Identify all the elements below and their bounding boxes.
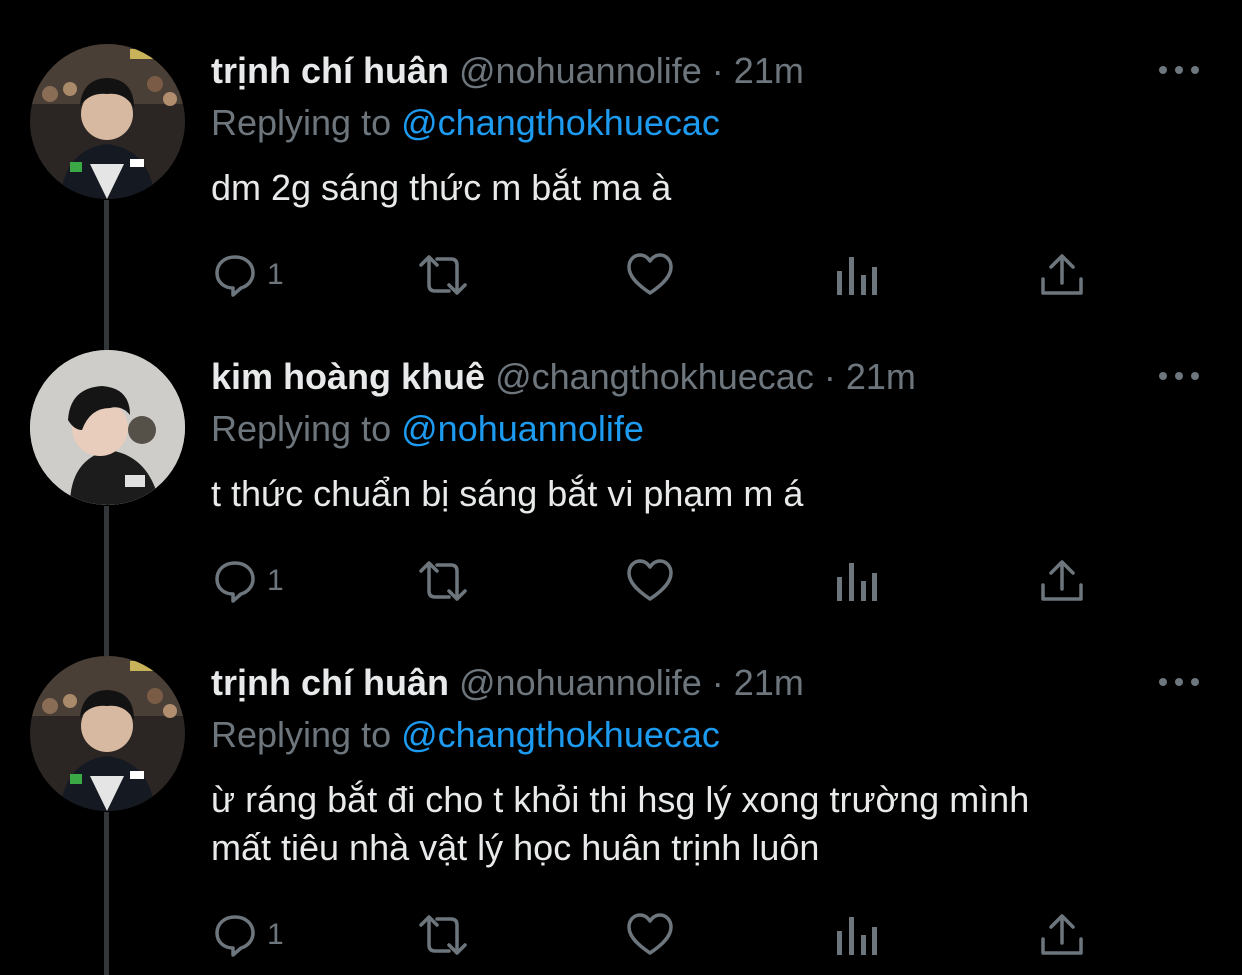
share-button[interactable] (1039, 556, 1085, 606)
avatar[interactable] (30, 44, 185, 199)
avatar-photo (30, 44, 185, 199)
tweet-actions: 1 (211, 556, 1091, 606)
tweet-header: trịnh chí huân @nohuannolife · 21m (211, 661, 804, 705)
reply-count: 1 (267, 258, 284, 291)
replying-to-line: Replying to @changthokhuecac (211, 713, 720, 757)
like-icon (627, 913, 673, 955)
reply-icon (215, 915, 255, 957)
reply-button[interactable]: 1 (211, 910, 284, 960)
tweet[interactable]: kim hoàng khuê @changthokhuecac · 21m Re… (0, 306, 1242, 626)
like-icon (627, 559, 673, 601)
mention-link[interactable]: @nohuannolife (401, 408, 644, 449)
avatar-photo (30, 656, 185, 811)
timestamp[interactable]: 21m (734, 662, 804, 703)
avatar[interactable] (30, 656, 185, 811)
replying-to-label: Replying to (211, 714, 392, 755)
share-button[interactable] (1039, 910, 1085, 960)
tweet-actions: 1 (211, 910, 1091, 960)
replying-to-line: Replying to @nohuannolife (211, 407, 644, 451)
share-icon (1041, 254, 1083, 295)
separator-dot: · (711, 662, 724, 703)
views-button[interactable] (835, 910, 879, 960)
user-handle[interactable]: @nohuannolife (459, 662, 702, 703)
tweet-text: dm 2g sáng thức m bắt ma à (211, 164, 1211, 212)
avatar[interactable] (30, 350, 185, 505)
reply-count: 1 (267, 564, 284, 597)
tweet-text-line: t thức chuẩn bị sáng bắt vi phạm m á (211, 473, 804, 514)
views-button[interactable] (835, 556, 879, 606)
retweet-button[interactable] (415, 556, 471, 606)
retweet-icon (419, 561, 467, 601)
tweet-text-line: ừ ráng bắt đi cho t khỏi thi hsg lý xong… (211, 779, 1030, 820)
more-icon[interactable] (1156, 60, 1202, 80)
replying-to-line: Replying to @changthokhuecac (211, 101, 720, 145)
tweet-text: t thức chuẩn bị sáng bắt vi phạm m á (211, 470, 1211, 518)
retweet-icon (419, 915, 467, 955)
reply-icon (215, 561, 255, 603)
like-icon (627, 253, 673, 295)
mention-link[interactable]: @changthokhuecac (401, 102, 720, 143)
display-name[interactable]: trịnh chí huân (211, 662, 449, 703)
conversation-thread: trịnh chí huân @nohuannolife · 21m Reply… (0, 0, 1242, 975)
display-name[interactable]: kim hoàng khuê (211, 356, 485, 397)
views-icon (837, 917, 877, 955)
share-icon (1041, 560, 1083, 601)
tweet-header: trịnh chí huân @nohuannolife · 21m (211, 49, 804, 93)
reply-button[interactable]: 1 (211, 250, 284, 300)
tweet-text-line: mất tiêu nhà vật lý học huân trịnh luôn (211, 827, 820, 868)
views-icon (837, 257, 877, 295)
retweet-icon (419, 255, 467, 295)
tweet-actions: 1 (211, 250, 1091, 300)
replying-to-label: Replying to (211, 408, 392, 449)
more-icon[interactable] (1156, 672, 1202, 692)
display-name[interactable]: trịnh chí huân (211, 50, 449, 91)
views-icon (837, 563, 877, 601)
tweet-header: kim hoàng khuê @changthokhuecac · 21m (211, 355, 916, 399)
reply-button[interactable]: 1 (211, 556, 284, 606)
share-button[interactable] (1039, 250, 1085, 300)
retweet-button[interactable] (415, 910, 471, 960)
like-button[interactable] (625, 910, 675, 960)
avatar-photo (30, 350, 185, 505)
user-handle[interactable]: @nohuannolife (459, 50, 702, 91)
user-handle[interactable]: @changthokhuecac (495, 356, 814, 397)
timestamp[interactable]: 21m (846, 356, 916, 397)
share-icon (1041, 914, 1083, 955)
views-button[interactable] (835, 250, 879, 300)
mention-link[interactable]: @changthokhuecac (401, 714, 720, 755)
replying-to-label: Replying to (211, 102, 392, 143)
like-button[interactable] (625, 556, 675, 606)
separator-dot: · (711, 50, 724, 91)
tweet[interactable]: trịnh chí huân @nohuannolife · 21m Reply… (0, 0, 1242, 320)
like-button[interactable] (625, 250, 675, 300)
separator-dot: · (823, 356, 836, 397)
tweet-text: ừ ráng bắt đi cho t khỏi thi hsg lý xong… (211, 776, 1211, 872)
tweet-text-line: dm 2g sáng thức m bắt ma à (211, 167, 672, 208)
reply-count: 1 (267, 918, 284, 951)
reply-icon (215, 255, 255, 297)
tweet[interactable]: trịnh chí huân @nohuannolife · 21m Reply… (0, 612, 1242, 975)
retweet-button[interactable] (415, 250, 471, 300)
more-icon[interactable] (1156, 366, 1202, 386)
timestamp[interactable]: 21m (734, 50, 804, 91)
